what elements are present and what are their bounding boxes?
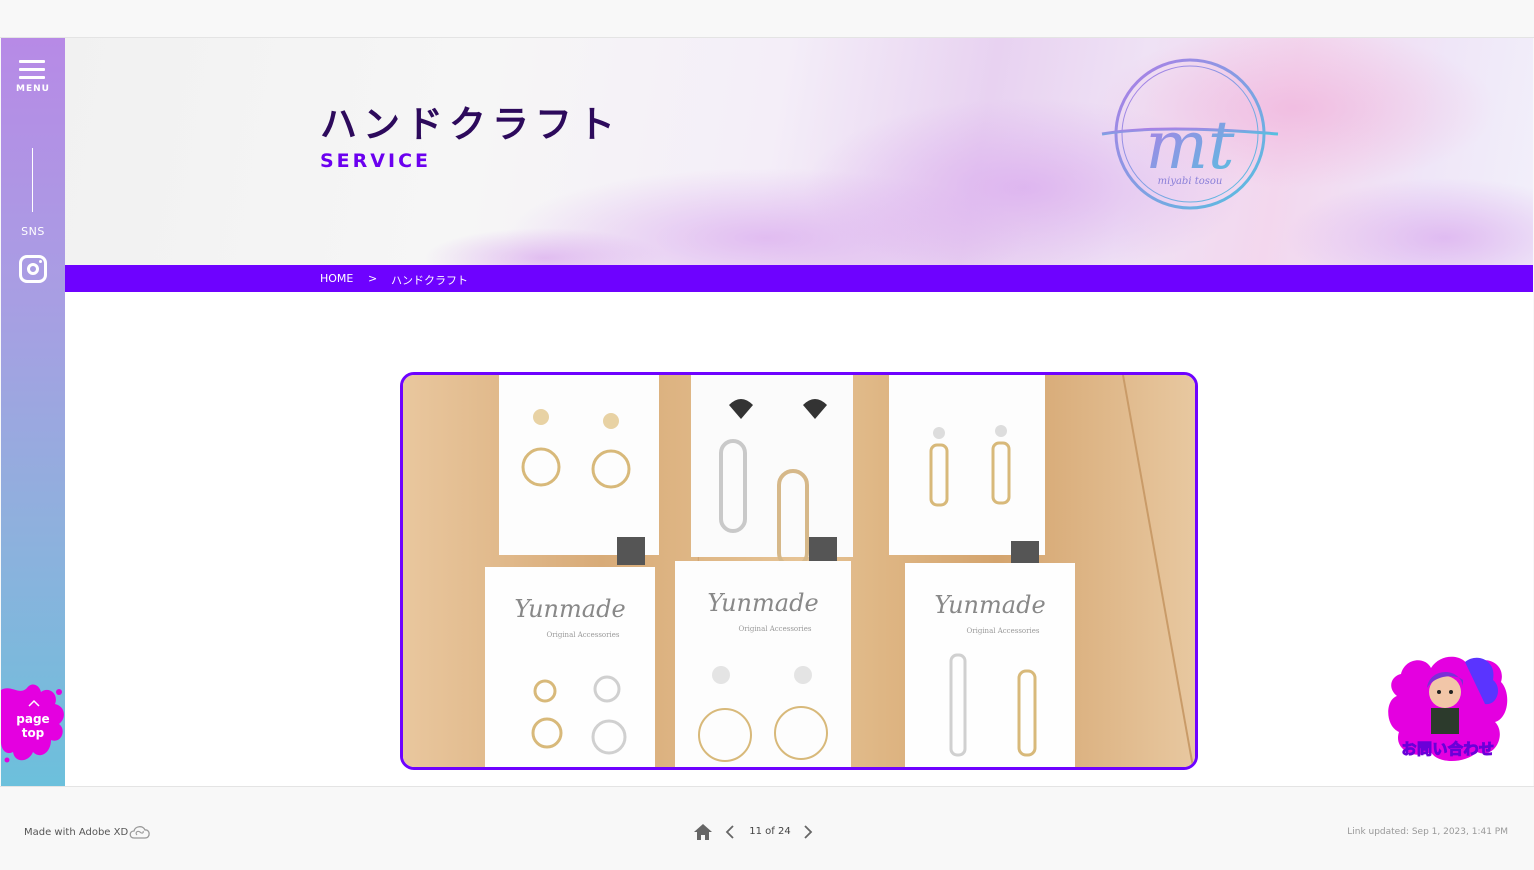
watercolor-background — [425, 38, 1533, 265]
page-subtitle: SERVICE — [320, 150, 431, 172]
menu-button[interactable]: MENU — [13, 58, 53, 98]
breadcrumb-current: ハンドクラフト — [391, 274, 468, 287]
breadcrumb-home-link[interactable]: HOME — [320, 272, 353, 285]
artboard: MENU SNS page top ハンドクラフト SERVICE mt miy… — [1, 38, 1533, 786]
breadcrumb: HOME > ハンドクラフト — [65, 265, 1533, 292]
hamburger-icon-bar — [19, 76, 45, 79]
hero-banner: ハンドクラフト SERVICE mt miyabi tosou — [65, 38, 1533, 265]
card-brand-3: Yunmade — [934, 591, 1045, 619]
card-tagline-1: Original Accessories — [547, 631, 620, 639]
home-icon[interactable] — [693, 823, 713, 841]
earrings-image: Yunmade Yunmade Yunmade Original Accesso… — [403, 375, 1195, 767]
menu-label: MENU — [16, 84, 50, 94]
hamburger-icon — [19, 60, 45, 63]
instagram-icon[interactable] — [19, 255, 47, 283]
creative-cloud-icon — [129, 826, 150, 839]
card-tagline-3: Original Accessories — [967, 627, 1040, 635]
link-updated-label: Link updated: Sep 1, 2023, 1:41 PM — [1347, 827, 1508, 837]
product-photo: Yunmade Yunmade Yunmade Original Accesso… — [400, 372, 1198, 770]
card-tagline-2: Original Accessories — [739, 625, 812, 633]
page-top-button[interactable]: page top — [1, 682, 67, 764]
page-title: ハンドクラフト — [320, 103, 621, 146]
page-indicator: 11 of 24 — [749, 826, 791, 837]
divider — [32, 148, 33, 212]
card-brand-1: Yunmade — [514, 595, 625, 623]
sns-label: SNS — [21, 225, 45, 238]
card-brand-2: Yunmade — [707, 589, 818, 617]
logo-letters: mt — [1145, 107, 1235, 184]
chevron-left-icon[interactable] — [722, 824, 738, 840]
page-top-label-line1: page — [16, 712, 50, 726]
chevron-right-icon[interactable] — [800, 824, 816, 840]
page-top-label-line2: top — [21, 726, 45, 740]
hamburger-icon-bar — [19, 68, 45, 71]
viewer-top-bar — [0, 0, 1534, 38]
page-top-label: page top — [1, 712, 65, 740]
sidebar: MENU SNS page top — [1, 38, 65, 786]
contact-label: お問い合わせ — [1401, 740, 1495, 759]
contact-button[interactable]: お問い合わせ — [1385, 644, 1511, 764]
made-with-label: Made with Adobe XD — [24, 827, 129, 838]
brand-logo: mt miyabi tosou — [1101, 58, 1279, 210]
logo-caption: miyabi tosou — [1158, 176, 1223, 187]
viewer-footer: Made with Adobe XD 11 of 24 Link updated… — [0, 786, 1534, 870]
breadcrumb-separator: > — [368, 272, 378, 285]
